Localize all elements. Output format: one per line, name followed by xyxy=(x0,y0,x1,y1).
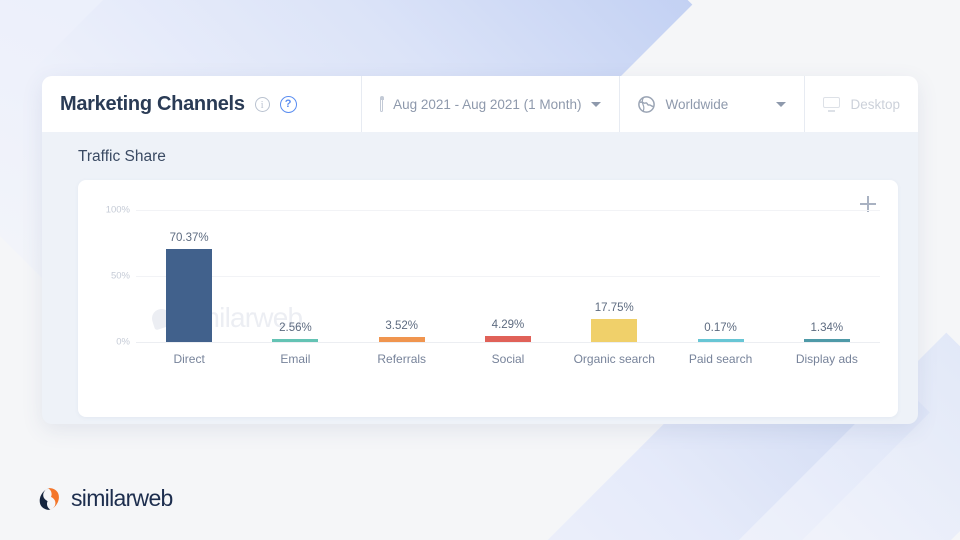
bar-value-label: 3.52% xyxy=(385,320,418,333)
device-selector[interactable]: Desktop xyxy=(805,76,918,132)
x-axis-category-label: Social xyxy=(491,352,525,366)
section-title: Traffic Share xyxy=(78,148,166,165)
bar-value-label: 2.56% xyxy=(279,321,312,334)
bar-value-label: 1.34% xyxy=(810,321,844,334)
similarweb-logo: similarweb xyxy=(36,485,173,512)
help-circle-icon: ? xyxy=(279,95,297,113)
x-axis-category-label: Referrals xyxy=(377,352,427,366)
bars-layer: 70.37% Direct 2.56% Email 3.52% Referrals 4.29… xyxy=(136,180,880,417)
similarweb-mark-icon xyxy=(39,487,59,510)
bar-rect[interactable] xyxy=(272,338,319,342)
globe-icon xyxy=(638,95,656,113)
bar-value-label: 70.37% xyxy=(169,232,209,245)
info-button[interactable]: i xyxy=(254,96,270,112)
desktop-monitor-icon xyxy=(823,96,841,112)
chevron-down-icon xyxy=(776,101,787,107)
bar-rect[interactable] xyxy=(803,338,850,342)
bar-value-label: 0.17% xyxy=(704,321,737,334)
card-body: Traffic Share similarweb 0% 50% 100% 70.37%… xyxy=(42,132,918,424)
bar-group[interactable]: 70.37% Direct xyxy=(136,232,242,366)
bar-value-label: 4.29% xyxy=(491,319,525,332)
date-range-label: Aug 2021 - Aug 2021 (1 Month) xyxy=(393,96,582,112)
geo-selector[interactable]: Worldwide xyxy=(620,76,806,132)
bar-rect[interactable] xyxy=(591,318,638,342)
x-axis-category-label: Display ads xyxy=(795,352,858,366)
title-section: Marketing Channels i ? xyxy=(42,76,363,132)
traffic-share-chart-panel: similarweb 0% 50% 100% 70.37% Direct 2.56% Ema… xyxy=(78,180,898,417)
x-axis-category-label: Organic search xyxy=(573,352,655,366)
x-axis-category-label: Email xyxy=(280,352,311,366)
date-range-selector[interactable]: Aug 2021 - Aug 2021 (1 Month) xyxy=(362,76,621,132)
card-header: Marketing Channels i ? Aug 2021 - Aug 20… xyxy=(42,76,918,132)
bar-rect[interactable] xyxy=(378,337,425,342)
dashboard-card: Marketing Channels i ? Aug 2021 - Aug 20… xyxy=(42,76,918,424)
bar-group[interactable]: 0.17% Paid search xyxy=(667,321,773,367)
y-axis-tick-label: 0% xyxy=(116,336,130,348)
chevron-down-icon xyxy=(591,101,602,107)
bar-group[interactable]: 3.52% Referrals xyxy=(349,320,455,366)
device-label: Desktop xyxy=(850,96,900,112)
bar-group[interactable]: 17.75% Organic search xyxy=(561,301,667,366)
bar-value-label: 17.75% xyxy=(594,301,634,314)
bar-group[interactable]: 1.34% Display ads xyxy=(774,321,880,367)
geo-label: Worldwide xyxy=(665,96,729,112)
bar-group[interactable]: 4.29% Social xyxy=(455,319,561,366)
x-axis-category-label: Direct xyxy=(173,352,205,366)
bar-rect[interactable] xyxy=(166,249,213,342)
calendar-icon xyxy=(379,95,384,112)
bar-group[interactable]: 2.56% Email xyxy=(242,321,348,366)
y-axis-tick-label: 100% xyxy=(105,204,130,216)
brand-wordmark: similarweb xyxy=(71,485,173,511)
x-axis-category-label: Paid search xyxy=(688,352,753,366)
help-button[interactable]: ? xyxy=(279,95,297,113)
info-circle-icon: i xyxy=(254,96,270,112)
chart-plot-area: 0% 50% 100% 70.37% Direct 2.56% Email 3.52% Refe… xyxy=(78,180,898,417)
page-title: Marketing Channels xyxy=(60,92,245,115)
y-axis-tick-label: 50% xyxy=(110,270,130,282)
bar-rect[interactable] xyxy=(697,338,744,342)
bar-rect[interactable] xyxy=(484,336,531,342)
